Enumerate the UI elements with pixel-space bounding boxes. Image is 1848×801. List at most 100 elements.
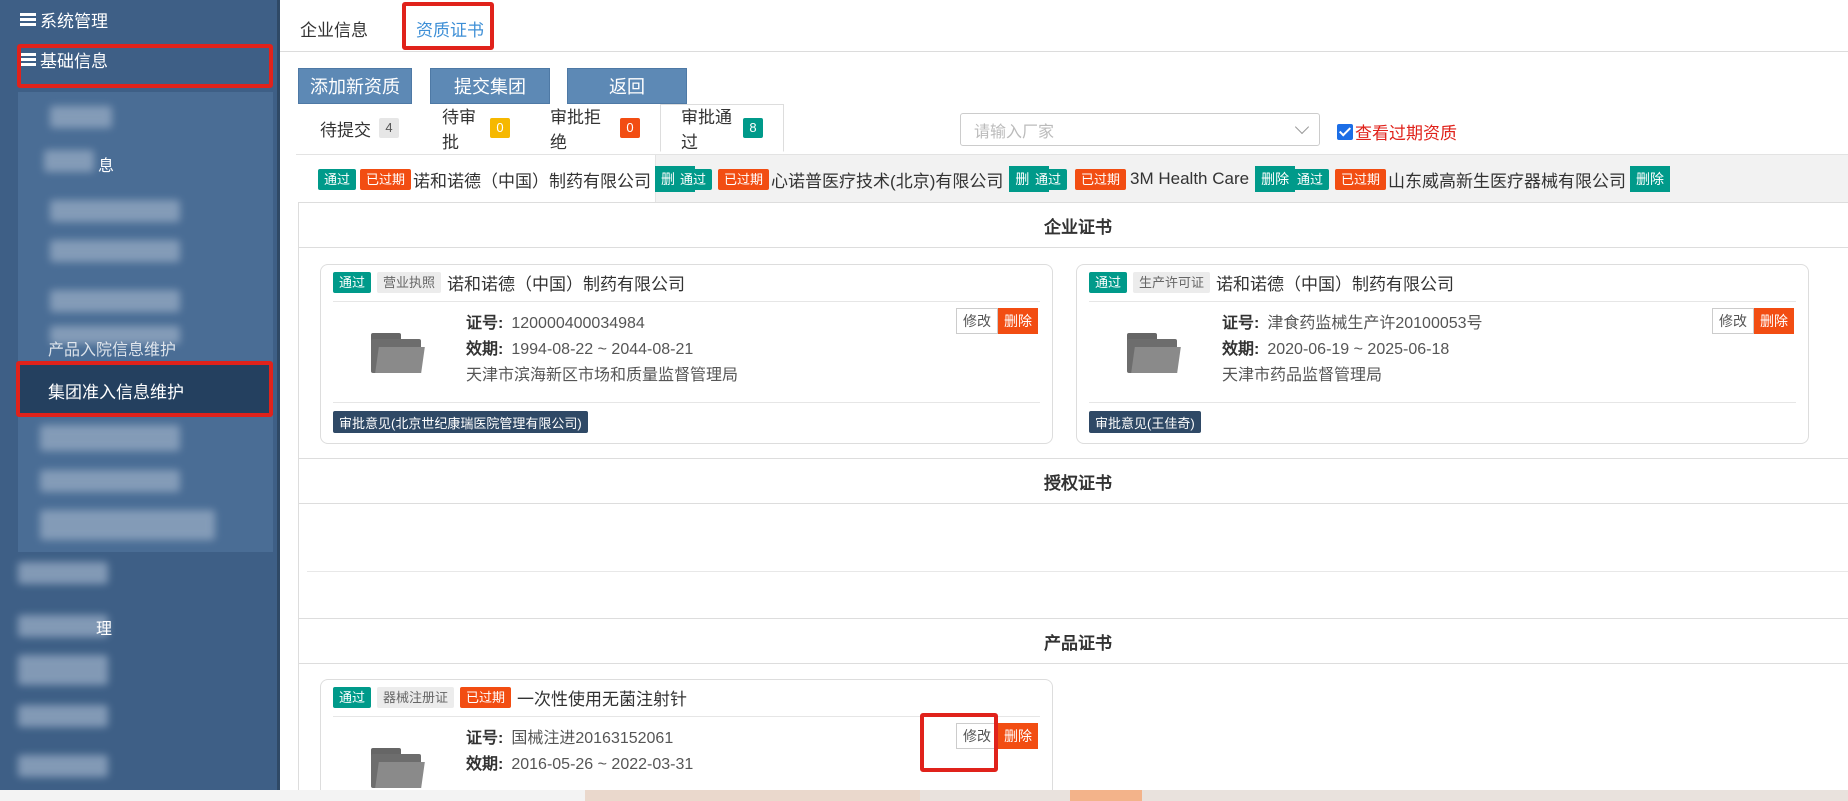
status-pass-tag: 通过: [318, 168, 357, 190]
submenu-item-label: 息: [98, 158, 115, 175]
expired-tag: 已过期: [1335, 168, 1387, 190]
expired-tag: 已过期: [360, 168, 412, 190]
cert-no-label: 证号:: [1222, 315, 1260, 332]
menu-item-blurred[interactable]: [18, 615, 108, 637]
company-name: 诺和诺德（中国）制药有限公司: [1216, 275, 1455, 294]
expired-tag: 已过期: [460, 687, 512, 708]
status-pass-tag: 通过: [333, 687, 372, 708]
menu-basic-info-label: 基础信息: [40, 51, 108, 71]
status-pass-tag: 通过: [674, 168, 713, 190]
taskbar-segment: [585, 790, 920, 801]
submenu-item-blurred[interactable]: [50, 240, 180, 262]
vendor-select[interactable]: 请输入厂家: [960, 113, 1320, 146]
count-badge: 0: [490, 118, 510, 138]
expired-tag: 已过期: [1075, 168, 1127, 190]
approval-opinion-tag[interactable]: 审批意见(王佳奇): [1089, 411, 1201, 433]
divider: [307, 571, 1848, 572]
issuer: 天津市滨海新区市场和质量监督管理局: [466, 367, 739, 384]
menu-system-management[interactable]: 系统管理: [20, 4, 108, 34]
edit-button[interactable]: 修改: [1712, 308, 1754, 334]
cert-type-tag: 器械注册证: [377, 687, 455, 708]
company-tab[interactable]: 通过 已过期 3M Health Care 删除: [1029, 155, 1296, 203]
expired-tag: 已过期: [718, 168, 770, 190]
cert-no-value: 津食药监械生产许20100053号: [1267, 315, 1483, 332]
tab-label: 审批拒绝: [550, 108, 601, 152]
taskbar-segment: [1070, 790, 1142, 801]
certificate-content: 企业证书 通过 营业执照 诺和诺德（中国）制药有限公司 证号: 120000400…: [298, 202, 1848, 799]
submit-group-button[interactable]: 提交集团: [430, 68, 550, 104]
show-expired-checkbox[interactable]: 查看过期资质: [1337, 119, 1457, 144]
tab-approval-rejected[interactable]: 审批拒绝 0: [530, 104, 660, 152]
submenu-item-label[interactable]: 产品入院信息维护: [48, 336, 176, 360]
status-pass-tag: 通过: [1029, 168, 1068, 190]
back-button[interactable]: 返回: [567, 68, 687, 104]
count-badge: 0: [620, 118, 640, 138]
delete-button[interactable]: 删除: [998, 723, 1038, 749]
company-tab[interactable]: 通过 已过期 心诺普医疗技术(北京)有限公司 删除: [674, 155, 1050, 203]
cert-type-tag: 生产许可证: [1133, 272, 1211, 293]
cert-info: 证号: 国械注进20163152061 效期: 2016-05-26 ~ 2022-…: [466, 726, 693, 778]
validity-label: 效期:: [1222, 341, 1260, 358]
submenu-item-blurred[interactable]: [40, 425, 180, 451]
card-actions: 修改 删除: [956, 723, 1038, 749]
taskbar-segment: [0, 790, 585, 801]
cert-no-value: 国械注进20163152061: [511, 730, 674, 747]
delete-button[interactable]: 删除: [1754, 308, 1794, 334]
list-icon: [20, 12, 36, 26]
submenu-item-blurred[interactable]: [50, 200, 180, 222]
tab-qualification-certificates[interactable]: 资质证书: [416, 16, 484, 41]
validity-value: 1994-08-22 ~ 2044-08-21: [511, 341, 694, 358]
delete-button[interactable]: 删除: [998, 308, 1038, 334]
company-delete-button[interactable]: 删除: [1255, 166, 1296, 192]
menu-item-blurred[interactable]: [18, 562, 108, 584]
list-icon: [20, 52, 36, 66]
edit-button[interactable]: 修改: [956, 308, 998, 334]
menu-system-management-label: 系统管理: [40, 11, 108, 31]
cert-no-label: 证号:: [466, 315, 504, 332]
approval-status-tabs: 待提交 4 待审批 0 审批拒绝 0 审批通过 8: [300, 104, 784, 152]
submenu-item-blurred[interactable]: [40, 510, 215, 540]
tab-label: 审批通过: [681, 108, 732, 152]
menu-item-blurred[interactable]: [18, 655, 108, 685]
company-name: 心诺普医疗技术(北京)有限公司: [771, 171, 1004, 191]
enterprise-cert-card: 通过 营业执照 诺和诺德（中国）制药有限公司 证号: 12000040003498…: [320, 264, 1053, 444]
validity-label: 效期:: [466, 341, 504, 358]
tab-company-info[interactable]: 企业信息: [300, 16, 368, 41]
company-tab[interactable]: 通过 已过期 山东威高新生医疗器械有限公司 删除: [1291, 155, 1671, 203]
tab-pending-submit[interactable]: 待提交 4: [300, 104, 422, 152]
tab-approved[interactable]: 审批通过 8: [660, 104, 784, 152]
validity-label: 效期:: [466, 756, 504, 773]
vendor-select-placeholder: 请输入厂家: [974, 123, 1055, 141]
active-menu-label: 集团准入信息维护: [48, 382, 184, 402]
edit-button[interactable]: 修改: [956, 723, 998, 749]
approval-opinion-tag[interactable]: 审批意见(北京世纪康瑞医院管理有限公司): [333, 411, 588, 433]
company-tab[interactable]: 通过 已过期 诺和诺德（中国）制药有限公司 删除: [296, 155, 696, 203]
submenu-item-blurred[interactable]: [40, 470, 180, 492]
divider: [333, 301, 1040, 302]
menu-item-blurred[interactable]: [18, 705, 108, 727]
company-tabs: 通过 已过期 诺和诺德（中国）制药有限公司 删除 通过 已过期 心诺普医疗技术(…: [296, 154, 1848, 203]
submenu-item-blurred[interactable]: [50, 106, 112, 128]
section-title-product: 产品证书: [299, 619, 1848, 664]
card-header: 通过 营业执照 诺和诺德（中国）制药有限公司: [333, 270, 685, 295]
company-delete-button[interactable]: 删除: [1630, 166, 1671, 192]
count-badge: 4: [379, 118, 399, 138]
status-pass-tag: 通过: [333, 272, 372, 293]
submenu-item-blurred[interactable]: [50, 290, 180, 312]
cert-info: 证号: 120000400034984 效期: 1994-08-22 ~ 2044-…: [466, 311, 738, 389]
divider: [333, 402, 1040, 403]
card-header: 通过 生产许可证 诺和诺德（中国）制药有限公司: [1089, 270, 1454, 295]
menu-group-admission-maintenance[interactable]: 集团准入信息维护: [18, 365, 273, 415]
folder-icon: [1127, 333, 1181, 373]
product-name: 一次性使用无菌注射针: [517, 690, 688, 709]
menu-item-blurred[interactable]: [18, 755, 108, 777]
tab-pending-approval[interactable]: 待审批 0: [422, 104, 530, 152]
tab-label: 待审批: [442, 108, 476, 152]
submenu-item-blurred[interactable]: [44, 150, 94, 172]
cert-info: 证号: 津食药监械生产许20100053号 效期: 2020-06-19 ~ 202…: [1222, 311, 1483, 389]
checkbox-checked-icon[interactable]: [1337, 123, 1353, 140]
company-name: 3M Health Care: [1130, 169, 1250, 188]
card-actions: 修改 删除: [956, 308, 1038, 334]
menu-basic-info[interactable]: 基础信息: [20, 44, 108, 74]
add-qualification-button[interactable]: 添加新资质: [298, 68, 412, 104]
